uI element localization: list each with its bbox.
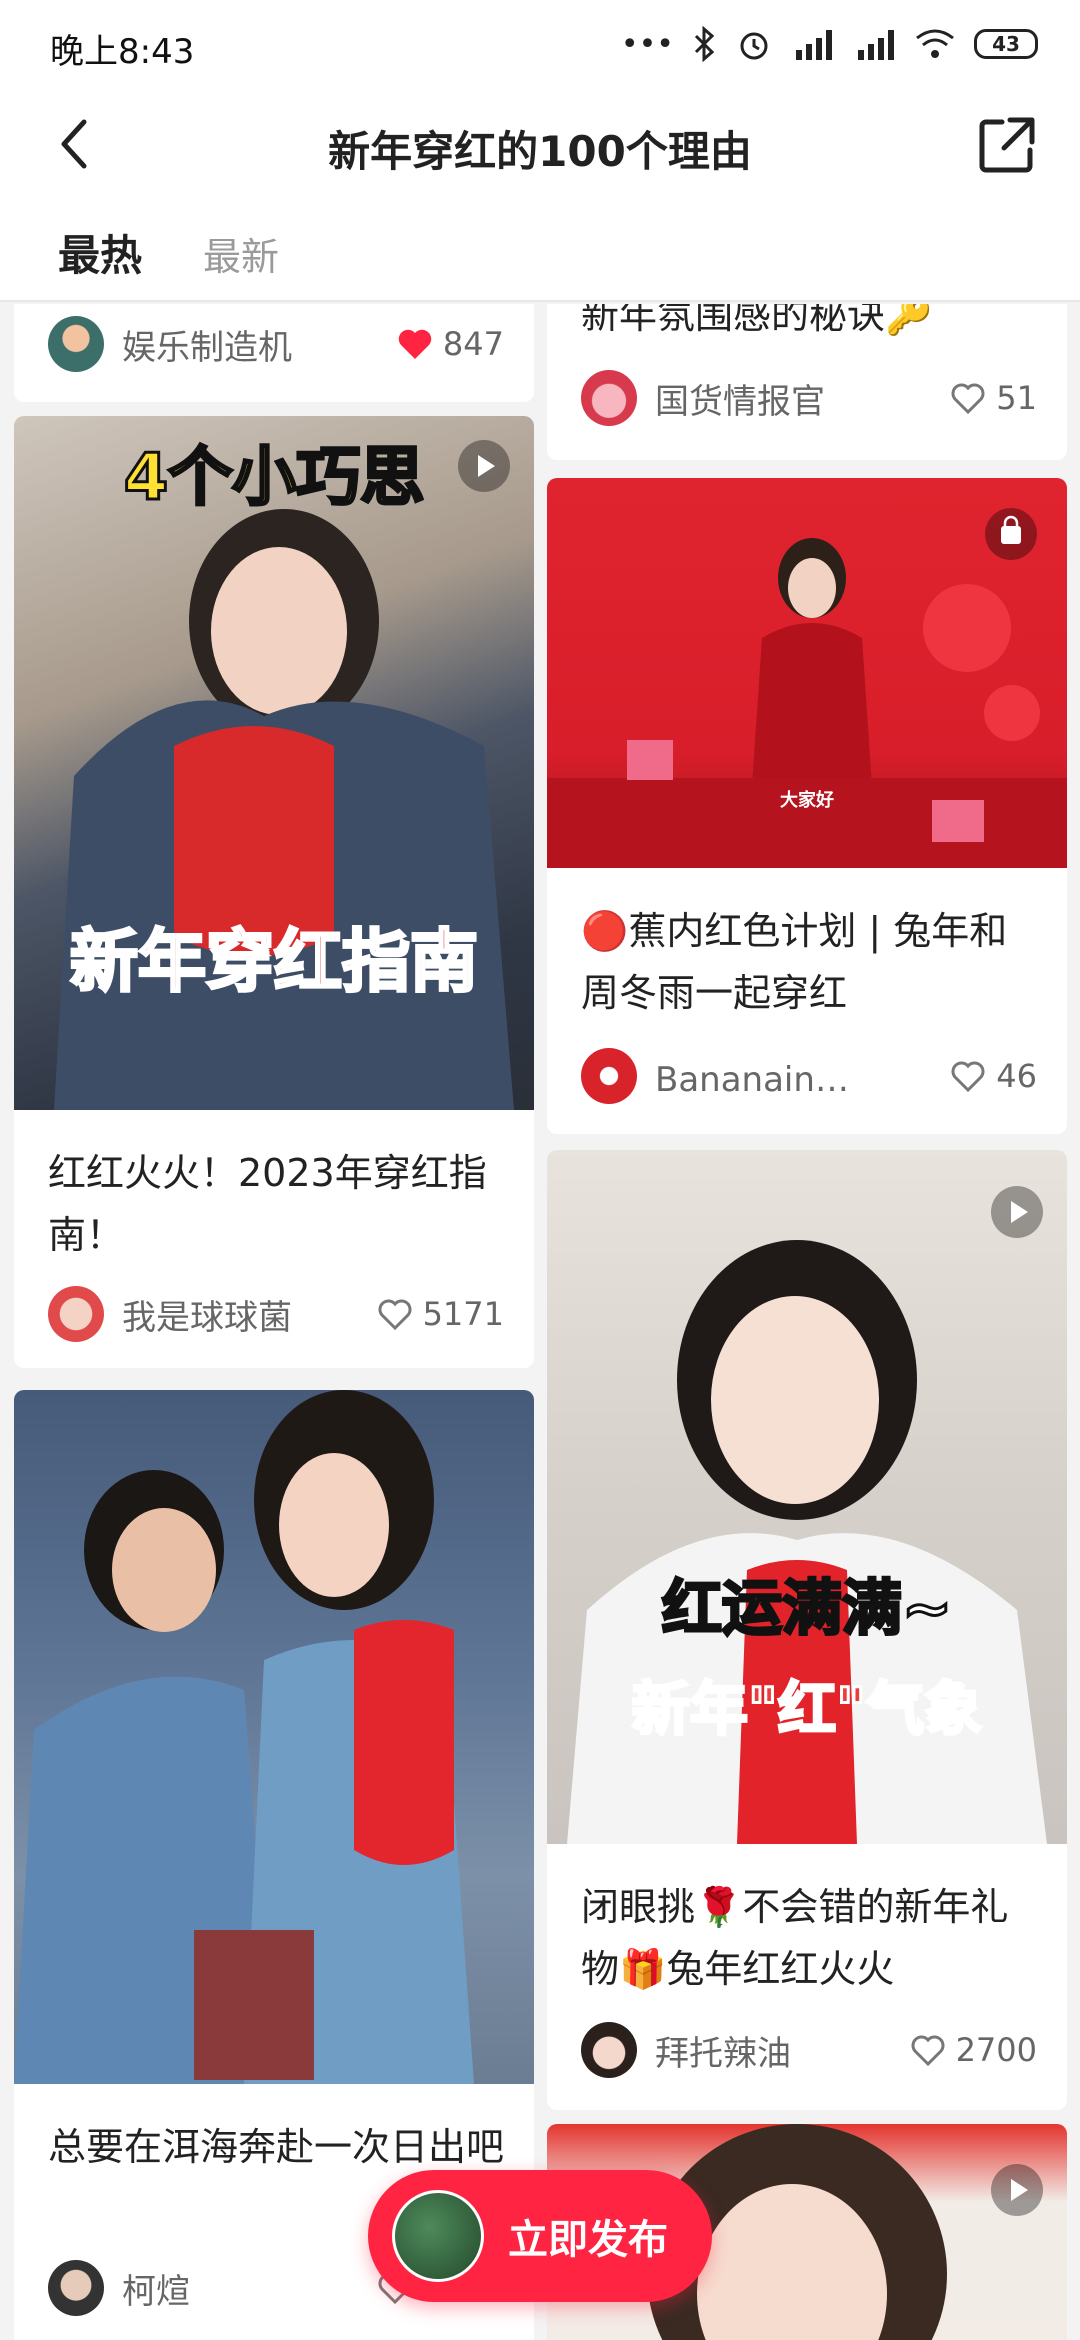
- note-cover-image: 红运满满~ 新年"红"气象: [547, 1150, 1067, 1844]
- avatar[interactable]: [581, 370, 637, 426]
- avatar[interactable]: [581, 1048, 637, 1104]
- bluetooth-icon: [694, 26, 715, 62]
- publish-label: 立即发布: [508, 2217, 668, 2263]
- note-card[interactable]: 红运满满~ 新年"红"气象 闭眼挑🌹不会错的新年礼物🎁兔年红红火火 拜托辣油 2…: [547, 1150, 1067, 2110]
- like-count: 2700: [955, 2031, 1037, 2069]
- note-title: 总要在洱海奔赴一次日出吧: [48, 2125, 505, 2169]
- video-badge: [991, 2164, 1043, 2216]
- heart-outline-icon: [951, 383, 985, 415]
- note-author: 娱乐制造机 847: [48, 314, 504, 374]
- note-card[interactable]: 娱乐制造机 847: [14, 304, 534, 402]
- play-icon: [1011, 2179, 1028, 2201]
- author-name[interactable]: 国货情报官: [655, 374, 825, 423]
- note-author: 国货情报官 51: [581, 368, 1037, 428]
- avatar[interactable]: [48, 1286, 104, 1342]
- heart-filled-icon: [398, 329, 432, 359]
- like-control[interactable]: 46: [948, 1056, 1037, 1096]
- author-name[interactable]: 拜托辣油: [655, 2026, 791, 2075]
- play-icon: [1011, 1201, 1028, 1223]
- note-author: Bananain蕉... 46: [581, 1046, 1037, 1106]
- note-card[interactable]: 大家好 🔴蕉内红色计划 | 兔年和周冬雨一起穿红 Bananain蕉... 46: [547, 478, 1067, 1134]
- publish-now-button[interactable]: 立即发布: [368, 2170, 712, 2302]
- author-name[interactable]: Bananain蕉...: [655, 1052, 875, 1101]
- like-control[interactable]: 2700: [908, 2030, 1037, 2070]
- tab-hottest[interactable]: 最热: [58, 222, 142, 283]
- page-title: 新年穿红的100个理由: [328, 127, 752, 176]
- note-cover-image: [14, 1390, 534, 2084]
- avatar[interactable]: [581, 2022, 637, 2078]
- more-dots-icon: •••: [620, 26, 674, 62]
- signal-hd-icon: [796, 30, 832, 60]
- heart-outline-icon: [378, 1299, 412, 1331]
- note-title: 闭眼挑🌹不会错的新年礼物🎁兔年红红火火: [581, 1885, 1009, 1991]
- cover-subheadline: 新年"红"气象: [630, 1674, 983, 1745]
- like-count: 847: [442, 325, 504, 363]
- status-icons: ••• 43: [621, 26, 1038, 62]
- like-control[interactable]: 5171: [375, 1294, 504, 1334]
- like-count: 5171: [422, 1295, 504, 1333]
- publish-thumbnail: [392, 2190, 484, 2282]
- subtitle-text: 大家好: [780, 790, 834, 811]
- cover-headline: 4个小巧思: [122, 440, 426, 517]
- video-badge: [458, 440, 510, 492]
- sort-tabs: 最热 最新: [0, 200, 1080, 302]
- author-name[interactable]: 柯煊: [122, 2264, 190, 2313]
- play-icon: [478, 455, 495, 477]
- note-card[interactable]: 新年氛围感的秘诀🔑 国货情报官 51: [547, 304, 1067, 460]
- note-title: 新年氛围感的秘诀🔑: [581, 304, 933, 337]
- video-badge: [991, 1186, 1043, 1238]
- author-name[interactable]: 我是球球菌: [122, 1290, 292, 1339]
- author-name[interactable]: 娱乐制造机: [122, 320, 292, 369]
- wifi-icon: [916, 29, 954, 58]
- signal-hd-icon-2: [858, 30, 894, 60]
- heart-outline-icon: [911, 2035, 945, 2067]
- cover-subheadline: 新年穿红指南: [68, 922, 479, 1004]
- like-control[interactable]: 847: [395, 324, 504, 364]
- alarm-icon: [740, 32, 768, 60]
- like-count: 46: [996, 1057, 1037, 1095]
- person-illustration: [54, 509, 514, 1110]
- note-feed: 娱乐制造机 847 新年氛围感的秘诀🔑 国货情报官 51 4个小巧思 新年穿红指…: [0, 304, 1080, 2340]
- cover-headline: 红运满满~: [660, 1573, 953, 1646]
- share-icon[interactable]: [974, 112, 1040, 178]
- shopping-bag-icon: [1001, 515, 1021, 544]
- status-time: 晚上8:43: [50, 32, 195, 72]
- note-card[interactable]: 4个小巧思 新年穿红指南 红红火火！2023年穿红指南！ 我是球球菌 5171: [14, 416, 534, 1368]
- note-author: 拜托辣油 2700: [581, 2020, 1037, 2080]
- note-cover-image: 4个小巧思 新年穿红指南: [14, 416, 534, 1110]
- avatar[interactable]: [48, 2260, 104, 2316]
- status-bar: 晚上8:43 ••• 43: [0, 0, 1080, 90]
- mall-badge: [985, 508, 1037, 560]
- like-count: 51: [996, 379, 1037, 417]
- note-title: 🔴蕉内红色计划 | 兔年和周冬雨一起穿红: [581, 909, 1008, 1015]
- like-control[interactable]: 51: [948, 378, 1037, 418]
- note-title: 红红火火！2023年穿红指南！: [48, 1151, 487, 1257]
- note-author: 我是球球菌 5171: [48, 1284, 504, 1344]
- top-bar: 新年穿红的100个理由: [0, 90, 1080, 200]
- heart-outline-icon: [951, 1061, 985, 1093]
- tab-newest[interactable]: 最新: [203, 226, 279, 281]
- note-cover-image: 大家好: [547, 478, 1067, 868]
- couple-illustration: [14, 1390, 474, 2084]
- avatar[interactable]: [48, 316, 104, 372]
- battery-icon: 43: [974, 29, 1038, 59]
